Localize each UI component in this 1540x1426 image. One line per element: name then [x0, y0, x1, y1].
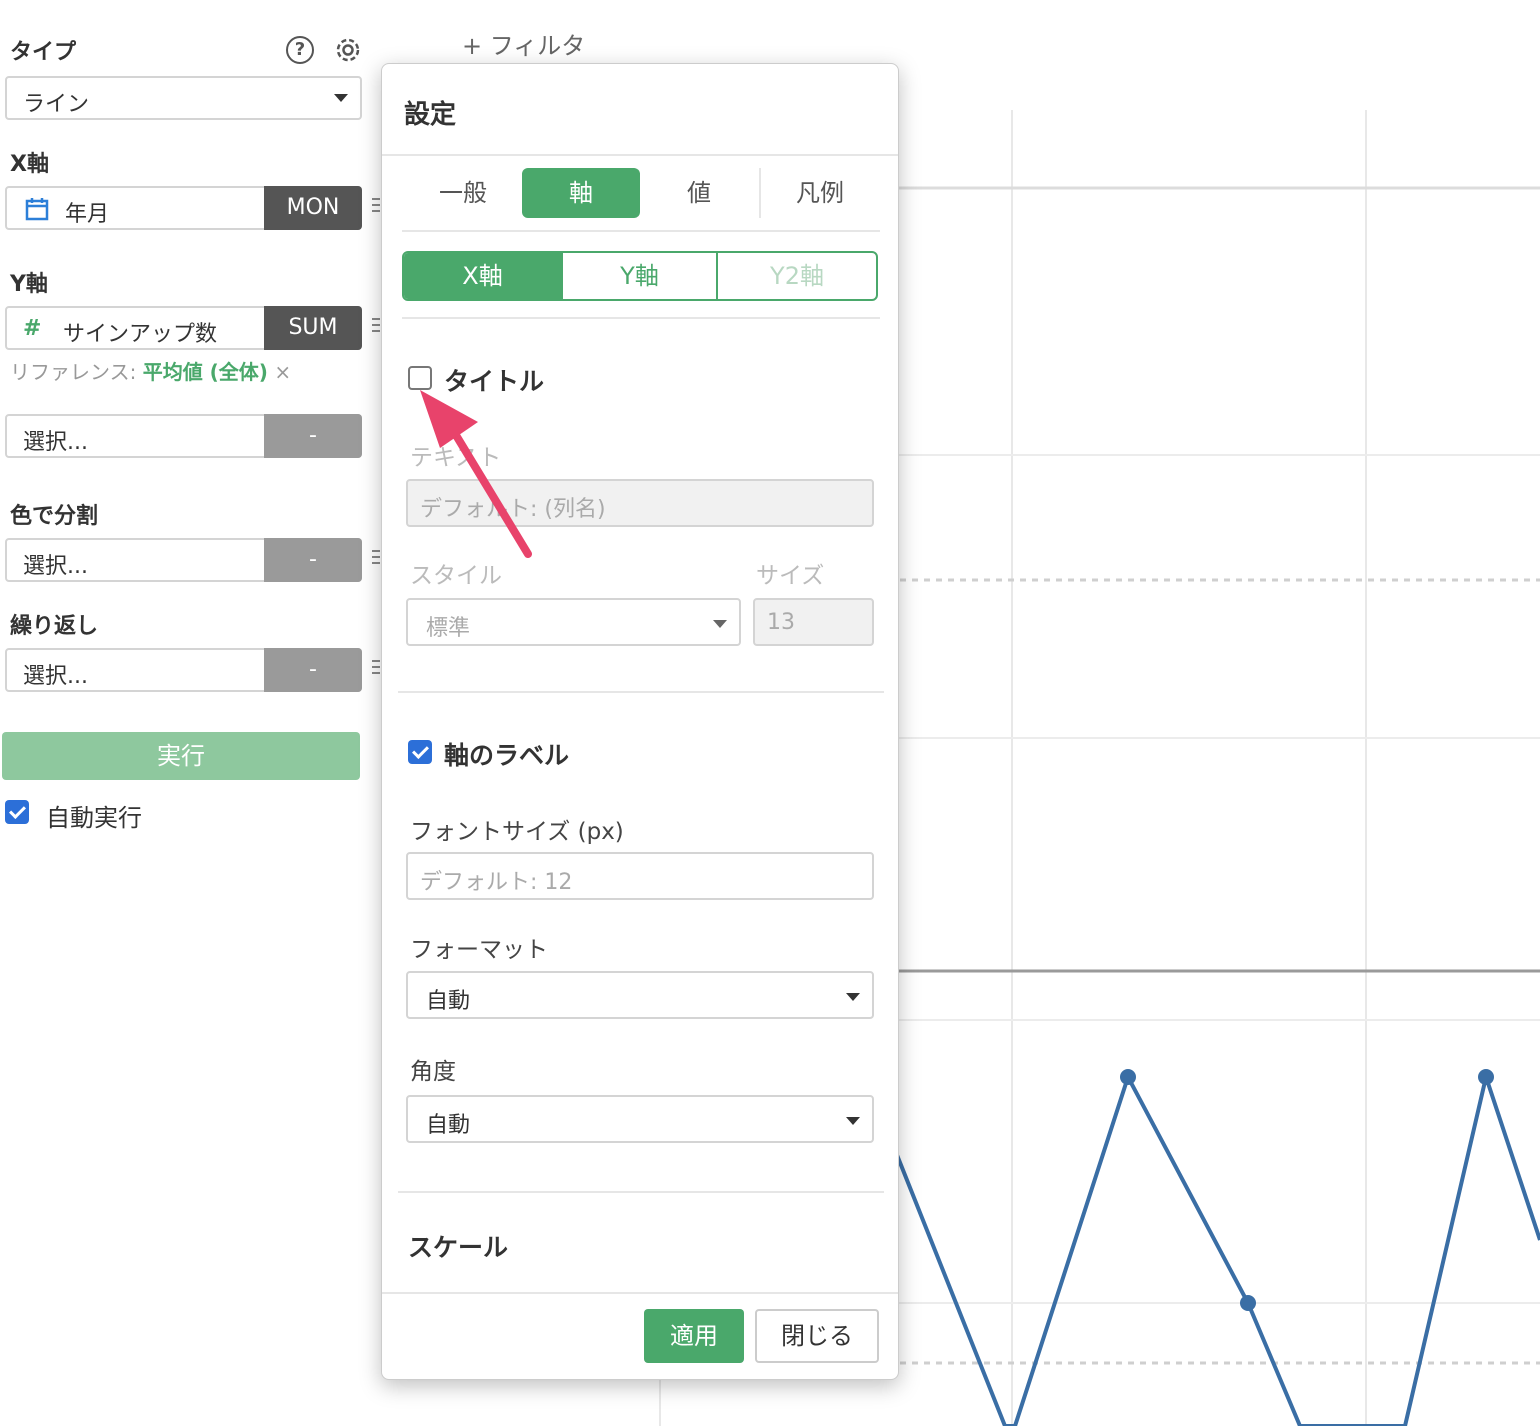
x-axis-field[interactable]: 年月 MON — [5, 186, 362, 230]
data-point — [1478, 1069, 1494, 1085]
angle-label: 角度 — [410, 1059, 456, 1085]
apply-button[interactable]: 適用 — [644, 1309, 744, 1363]
title-text-label: テキスト — [410, 445, 502, 471]
y-axis-label: Y軸 — [10, 272, 48, 297]
gear-icon[interactable] — [333, 35, 363, 65]
axis-label-section-heading: 軸のラベル — [444, 741, 570, 770]
format-label: フォーマット — [410, 937, 548, 963]
chevron-down-icon — [846, 993, 860, 1001]
divider — [398, 691, 884, 693]
title-section-heading: タイトル — [444, 367, 545, 396]
title-style-label: スタイル — [410, 563, 502, 589]
repeat-placeholder: 選択... — [23, 664, 88, 689]
chevron-down-icon — [334, 94, 348, 102]
font-size-input[interactable]: デフォルト: 12 — [406, 852, 874, 900]
x-axis-field-name: 年月 — [65, 202, 110, 227]
data-point — [1120, 1069, 1136, 1085]
chevron-down-icon — [846, 1117, 860, 1125]
title-size-value: 13 — [767, 610, 795, 635]
divider — [382, 1292, 898, 1294]
axis-tab-y[interactable]: Y軸 — [561, 253, 718, 299]
format-select[interactable]: 自動 — [406, 971, 874, 1019]
run-button[interactable]: 実行 — [2, 732, 360, 780]
type-label: タイプ — [10, 40, 77, 65]
tab-values[interactable]: 値 — [640, 168, 758, 218]
title-checkbox[interactable] — [408, 366, 432, 390]
x-axis-aggregation[interactable]: MON — [264, 186, 362, 230]
y-axis-aggregation[interactable]: SUM — [264, 306, 362, 350]
auto-run-label: 自動実行 — [46, 804, 142, 832]
angle-value: 自動 — [426, 1113, 471, 1138]
axis-tab-y2[interactable]: Y2軸 — [718, 253, 876, 299]
drag-handle-icon[interactable] — [372, 660, 380, 678]
tab-general[interactable]: 一般 — [404, 168, 522, 218]
chevron-down-icon — [713, 620, 727, 628]
y2-axis-select[interactable]: 選択... - — [5, 414, 362, 458]
font-size-placeholder: デフォルト: 12 — [420, 870, 573, 895]
angle-select[interactable]: 自動 — [406, 1095, 874, 1143]
color-split-label: 色で分割 — [10, 504, 99, 529]
y2-axis-placeholder: 選択... — [23, 430, 88, 455]
remove-reference-icon[interactable]: × — [274, 360, 291, 384]
title-size-input[interactable]: 13 — [753, 598, 874, 646]
chart-type-value: ライン — [23, 92, 90, 117]
modal-title: 設定 — [404, 100, 457, 130]
color-split-aggregation[interactable]: - — [264, 538, 362, 582]
axis-selector: X軸 Y軸 Y2軸 — [402, 251, 878, 301]
title-text-placeholder: デフォルト: (列名) — [420, 497, 606, 522]
series-line — [893, 1069, 1540, 1426]
title-text-input[interactable]: デフォルト: (列名) — [406, 479, 874, 527]
divider — [402, 317, 880, 319]
add-filter-button[interactable]: + フィルタ — [462, 26, 585, 61]
x-axis-label: X軸 — [10, 152, 49, 177]
color-split-placeholder: 選択... — [23, 554, 88, 579]
auto-run-checkbox[interactable] — [5, 800, 29, 824]
tab-legend[interactable]: 凡例 — [761, 168, 879, 218]
close-button[interactable]: 閉じる — [755, 1309, 879, 1363]
divider — [382, 154, 898, 156]
axis-label-checkbox[interactable] — [408, 740, 432, 764]
font-size-label: フォントサイズ (px) — [410, 819, 624, 845]
tab-axis[interactable]: 軸 — [522, 168, 640, 218]
format-value: 自動 — [426, 989, 471, 1014]
title-size-label: サイズ — [756, 563, 825, 589]
y-axis-field[interactable]: # サインアップ数 SUM — [5, 306, 362, 350]
divider — [402, 230, 880, 232]
title-style-select[interactable]: 標準 — [406, 598, 741, 646]
reference-prefix: リファレンス: — [10, 360, 137, 384]
divider — [398, 1191, 884, 1193]
color-split-select[interactable]: 選択... - — [5, 538, 362, 582]
chart-type-select[interactable]: ライン — [5, 76, 362, 120]
calendar-icon — [25, 198, 49, 221]
y-axis-field-name: サインアップ数 — [63, 322, 218, 347]
help-icon[interactable]: ? — [286, 36, 314, 64]
axis-tab-x[interactable]: X軸 — [404, 253, 561, 299]
repeat-aggregation[interactable]: - — [264, 648, 362, 692]
drag-handle-icon[interactable] — [372, 550, 380, 568]
drag-handle-icon[interactable] — [372, 318, 380, 336]
drag-handle-icon[interactable] — [372, 198, 380, 216]
data-point — [1240, 1295, 1256, 1311]
y2-axis-aggregation[interactable]: - — [264, 414, 362, 458]
repeat-select[interactable]: 選択... - — [5, 648, 362, 692]
reference-value-link[interactable]: 平均値 (全体) — [143, 360, 268, 384]
scale-section-heading: スケール — [408, 1233, 509, 1262]
number-hash-icon: # — [23, 316, 42, 341]
reference-line-info: リファレンス: 平均値 (全体) × — [10, 356, 291, 385]
settings-modal: 設定 一般 軸 値 凡例 X軸 Y軸 Y2軸 タイトル テキスト デフォルト: … — [381, 63, 899, 1380]
repeat-label: 繰り返し — [10, 614, 99, 639]
chart-builder-panel: タイプ ? ライン X軸 年月 MON Y軸 # サインアップ数 SUM リファ… — [0, 0, 380, 1426]
title-style-value: 標準 — [426, 616, 471, 641]
